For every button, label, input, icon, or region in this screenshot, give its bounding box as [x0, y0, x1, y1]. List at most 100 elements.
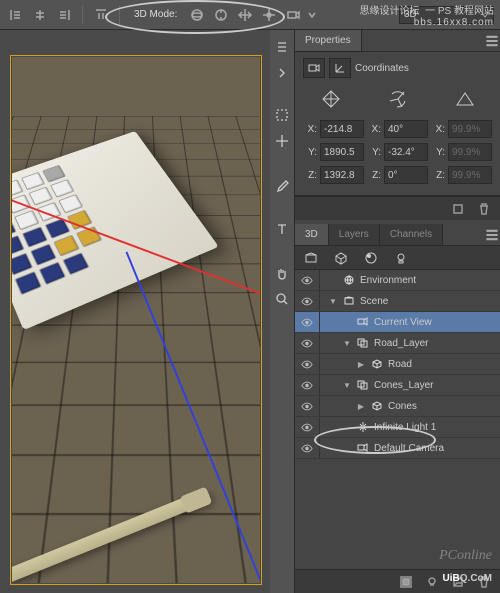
- visibility-toggle[interactable]: [295, 339, 319, 348]
- marquee-icon[interactable]: [272, 104, 292, 126]
- divider: [82, 6, 83, 24]
- grip-icon[interactable]: [272, 36, 292, 58]
- camera-icon: [356, 316, 370, 328]
- expand-icon[interactable]: [272, 62, 292, 84]
- tree-item-environment[interactable]: Environment: [295, 270, 500, 291]
- canvas-bounds: [10, 55, 262, 585]
- axis-label: Y:: [367, 147, 381, 158]
- light-icon: [356, 421, 370, 433]
- vertical-toolbar: [270, 30, 295, 593]
- orbit-icon[interactable]: [187, 5, 207, 25]
- tree-item-road-layer[interactable]: ▼ Road_Layer: [295, 333, 500, 354]
- visibility-toggle[interactable]: [295, 444, 319, 453]
- filter-scene-icon[interactable]: [303, 250, 319, 266]
- visibility-toggle[interactable]: [295, 297, 319, 306]
- properties-section-title: Coordinates: [355, 63, 409, 74]
- threed-tab-bar: 3D Layers Channels: [295, 224, 500, 246]
- coord-row: X: -214.8 X: 40° X: 99.9%: [303, 120, 492, 138]
- tree-item-cones-layer[interactable]: ▼ Cones_Layer: [295, 375, 500, 396]
- eyedropper-icon[interactable]: [272, 174, 292, 196]
- reset-coords-icon[interactable]: [448, 199, 468, 219]
- env-icon: [342, 274, 356, 286]
- rotation-field[interactable]: 40°: [384, 120, 428, 138]
- tree-item-default-camera[interactable]: Default Camera: [295, 438, 500, 459]
- move-mode-icon[interactable]: [316, 86, 346, 112]
- tab-channels[interactable]: Channels: [380, 224, 443, 245]
- visibility-toggle[interactable]: [295, 381, 319, 390]
- axis-label: X:: [367, 124, 381, 135]
- filter-mesh-icon[interactable]: [333, 250, 349, 266]
- scene-icon: [342, 295, 356, 307]
- coord-row: Z: 1392.8 Z: 0° Z: 99.9%: [303, 166, 492, 184]
- new-light-icon[interactable]: [422, 572, 442, 592]
- filter-light-icon[interactable]: [393, 250, 409, 266]
- type-icon[interactable]: [272, 218, 292, 240]
- axis-label: Z:: [367, 170, 381, 181]
- slide-icon[interactable]: [259, 5, 279, 25]
- group-icon: [356, 379, 370, 391]
- visibility-toggle[interactable]: [295, 276, 319, 285]
- document-canvas[interactable]: [0, 30, 270, 593]
- move-icon[interactable]: [272, 130, 292, 152]
- roll-icon[interactable]: [211, 5, 231, 25]
- tree-item-road[interactable]: ▶ Road: [295, 354, 500, 375]
- tree-item-label: Environment: [360, 275, 416, 286]
- zoom-icon[interactable]: [272, 288, 292, 310]
- rotation-field[interactable]: 0°: [384, 166, 428, 184]
- visibility-toggle[interactable]: [295, 318, 319, 327]
- panel-menu-icon[interactable]: [484, 225, 500, 245]
- hand-icon[interactable]: [272, 262, 292, 284]
- tree-item-label: Scene: [360, 296, 388, 307]
- align-center-h-icon[interactable]: [30, 5, 50, 25]
- scale-field: 99.9%: [448, 166, 492, 184]
- tree-item-infinite-light-1[interactable]: Infinite Light 1: [295, 417, 500, 438]
- visibility-toggle[interactable]: [295, 360, 319, 369]
- rotation-field[interactable]: -32.4°: [384, 143, 428, 161]
- properties-panel: Coordinates X: -214.8 X: 40° X: 99.9%Y: …: [295, 52, 500, 196]
- trash-icon[interactable]: [474, 572, 494, 592]
- rotate-mode-icon[interactable]: [383, 86, 413, 112]
- tree-item-label: Road: [388, 359, 412, 370]
- camera-icon: [356, 442, 370, 454]
- scale-field: 99.9%: [448, 120, 492, 138]
- twisty-icon[interactable]: ▼: [342, 381, 352, 390]
- tree-item-current-view[interactable]: Current View: [295, 312, 500, 333]
- mesh-icon: [370, 400, 384, 412]
- group-icon: [356, 337, 370, 349]
- align-right-icon[interactable]: [54, 5, 74, 25]
- tree-item-label: Cones_Layer: [374, 380, 433, 391]
- tree-item-scene[interactable]: ▼ Scene: [295, 291, 500, 312]
- tree-item-cones[interactable]: ▶ Cones: [295, 396, 500, 417]
- align-left-icon[interactable]: [6, 5, 26, 25]
- canvas-image: [12, 57, 260, 583]
- tab-properties[interactable]: Properties: [295, 30, 362, 51]
- axis-label: Y:: [303, 147, 317, 158]
- threed-scene-tree: Environment ▼ Scene Current View ▼ Road_…: [295, 270, 500, 569]
- tab-layers[interactable]: Layers: [329, 224, 380, 245]
- coords-props-icon[interactable]: [329, 58, 351, 78]
- filter-material-icon[interactable]: [363, 250, 379, 266]
- mode-label: 3D Mode:: [134, 9, 177, 20]
- twisty-icon[interactable]: ▶: [356, 360, 366, 369]
- scale-mode-icon[interactable]: [450, 86, 480, 112]
- axis-label: Y:: [431, 147, 445, 158]
- position-field[interactable]: 1890.5: [320, 143, 364, 161]
- trash-icon[interactable]: [474, 199, 494, 219]
- zoom-camera-icon[interactable]: [283, 5, 303, 25]
- threed-filter-row: [295, 246, 500, 270]
- twisty-icon[interactable]: ▼: [342, 339, 352, 348]
- chevron-down-icon[interactable]: [307, 5, 317, 25]
- twisty-icon[interactable]: ▼: [328, 297, 338, 306]
- new-item-icon[interactable]: [448, 572, 468, 592]
- panel-menu-icon[interactable]: [484, 31, 500, 51]
- render-icon[interactable]: [396, 572, 416, 592]
- pan-icon[interactable]: [235, 5, 255, 25]
- camera-props-icon[interactable]: [303, 58, 325, 78]
- tab-3d[interactable]: 3D: [295, 224, 329, 245]
- align-top-icon[interactable]: [91, 5, 111, 25]
- twisty-icon[interactable]: ▶: [356, 402, 366, 411]
- position-field[interactable]: 1392.8: [320, 166, 364, 184]
- visibility-toggle[interactable]: [295, 402, 319, 411]
- position-field[interactable]: -214.8: [320, 120, 364, 138]
- visibility-toggle[interactable]: [295, 423, 319, 432]
